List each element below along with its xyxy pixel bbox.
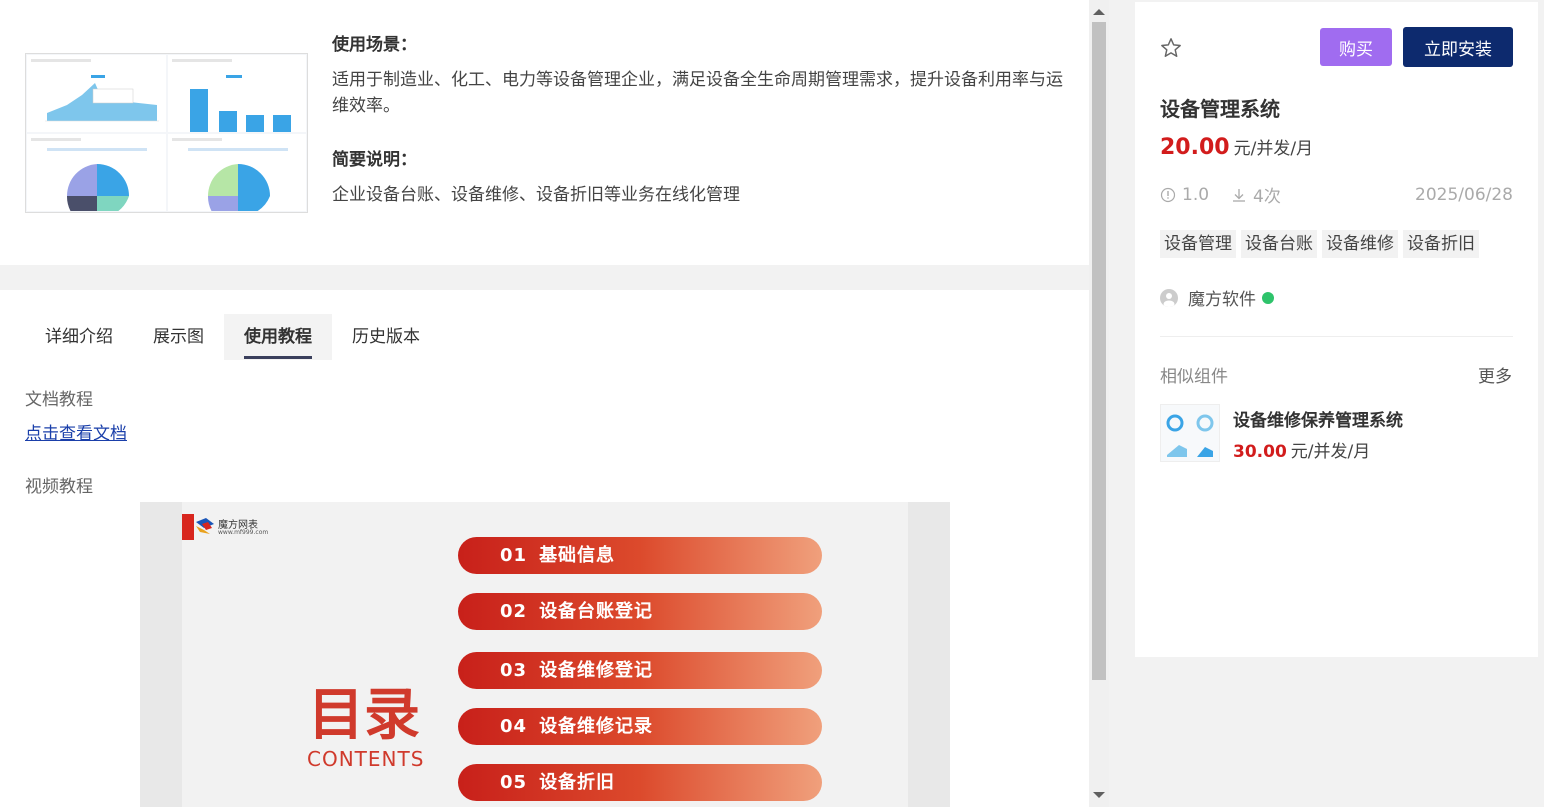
brief-text: 企业设备台账、设备维修、设备折旧等业务在线化管理 [332,185,740,205]
vendor[interactable]: 魔方软件 [1160,285,1274,310]
product-sidebar: 购买 立即安装 设备管理系统 20.00 元/并发/月 1.0 4次 2025/0… [1135,2,1538,657]
tab-history[interactable]: 历史版本 [332,314,440,360]
logo-bar [182,514,194,540]
vertical-scrollbar[interactable] [1089,0,1109,807]
scene-text: 适用于制造业、化工、电力等设备管理企业，满足设备全生命周期管理需求，提升设备利用… [332,70,1063,116]
product-meta: 1.0 4次 2025/06/28 [1160,182,1513,207]
vendor-name: 魔方软件 [1188,290,1256,310]
main-content: 使用场景： 适用于制造业、化工、电力等设备管理企业，满足设备全生命周期管理需求，… [0,0,1089,807]
avatar [1160,288,1178,307]
info-icon [1160,187,1176,202]
scroll-down-icon[interactable] [1093,792,1105,798]
tag[interactable]: 设备折旧 [1403,230,1479,258]
download-icon [1233,188,1246,202]
logo-url: www.mf999.com [218,529,269,536]
similar-price-unit: 元/并发/月 [1290,442,1371,462]
verified-icon [1262,291,1274,304]
toc-item-label: 基础信息 [539,545,616,566]
tab-tutorial[interactable]: 使用教程 [224,314,332,360]
doc-tutorial-heading: 文档教程 [25,390,93,410]
video-slide: 魔方网表 www.mf999.com 目录 CONTENTS 01 基础信息 02… [182,502,908,807]
toc-item: 03 设备维修登记 [458,652,822,689]
toc-item: 02 设备台账登记 [458,593,822,630]
view-doc-link[interactable]: 点击查看文档 [25,419,127,444]
toc-item-num: 01 [500,545,528,566]
tag[interactable]: 设备台账 [1241,230,1317,258]
tag-list: 设备管理 设备台账 设备维修 设备折旧 [1160,230,1479,258]
version: 1.0 [1160,185,1209,205]
toc-item: 05 设备折旧 [458,764,822,801]
product-thumbnail[interactable] [25,53,308,213]
toc-item-label: 设备维修记录 [539,716,654,737]
downloads: 4次 [1231,182,1281,207]
price-row: 20.00 元/并发/月 [1160,134,1313,160]
toc-item-label: 设备折旧 [539,772,616,793]
scroll-up-icon[interactable] [1093,9,1105,15]
tag[interactable]: 设备管理 [1160,230,1236,258]
thumbnail-area-chart [27,55,166,132]
video-tutorial-heading: 视频教程 [25,477,93,497]
tab-screenshots[interactable]: 展示图 [133,314,224,360]
toc-item-num: 03 [500,660,528,681]
sidebar-divider [1160,336,1513,337]
brief-heading: 简要说明： [332,150,417,170]
tag[interactable]: 设备维修 [1322,230,1398,258]
product-info: 使用场景： 适用于制造业、化工、电力等设备管理企业，满足设备全生命周期管理需求，… [332,30,1072,208]
toc-item-num: 02 [500,601,528,622]
toc-item: 04 设备维修记录 [458,708,822,745]
more-link[interactable]: 更多 [1478,362,1512,387]
price-value: 20.00 [1160,135,1230,160]
section-divider [0,265,1089,290]
slide-subtitle: CONTENTS [307,747,425,771]
thumbnail-bar-chart [167,55,306,132]
tab-details[interactable]: 详细介绍 [25,314,133,360]
similar-heading: 相似组件 [1160,367,1228,387]
release-date: 2025/06/28 [1415,184,1513,205]
similar-name[interactable]: 设备维修保养管理系统 [1233,406,1403,431]
toc-item: 01 基础信息 [458,537,822,574]
toc-item-label: 设备维修登记 [539,660,654,681]
toc-item-num: 04 [500,716,528,737]
favorite-star-icon[interactable] [1160,37,1182,59]
install-button[interactable]: 立即安装 [1403,27,1513,67]
thumbnail-pie-chart-1 [27,134,166,211]
price-unit: 元/并发/月 [1233,139,1314,159]
video-player[interactable]: 魔方网表 www.mf999.com 目录 CONTENTS 01 基础信息 02… [140,502,950,807]
version-value: 1.0 [1182,184,1210,205]
scene-heading: 使用场景： [332,35,417,55]
similar-price-row: 30.00 元/并发/月 [1233,437,1370,462]
similar-thumbnail[interactable] [1160,404,1220,462]
similar-price: 30.00 [1233,442,1287,462]
slide-title: 目录 [308,682,420,748]
thumbnail-pie-chart-2 [167,134,306,211]
product-title: 设备管理系统 [1160,97,1280,121]
detail-tabs: 详细介绍 展示图 使用教程 历史版本 [25,314,440,360]
downloads-value: 4次 [1253,187,1281,207]
toc-item-label: 设备台账登记 [539,601,654,622]
toc-item-num: 05 [500,772,528,793]
logo-icon [196,518,214,534]
buy-button[interactable]: 购买 [1320,28,1392,66]
scroll-thumb[interactable] [1092,22,1106,680]
